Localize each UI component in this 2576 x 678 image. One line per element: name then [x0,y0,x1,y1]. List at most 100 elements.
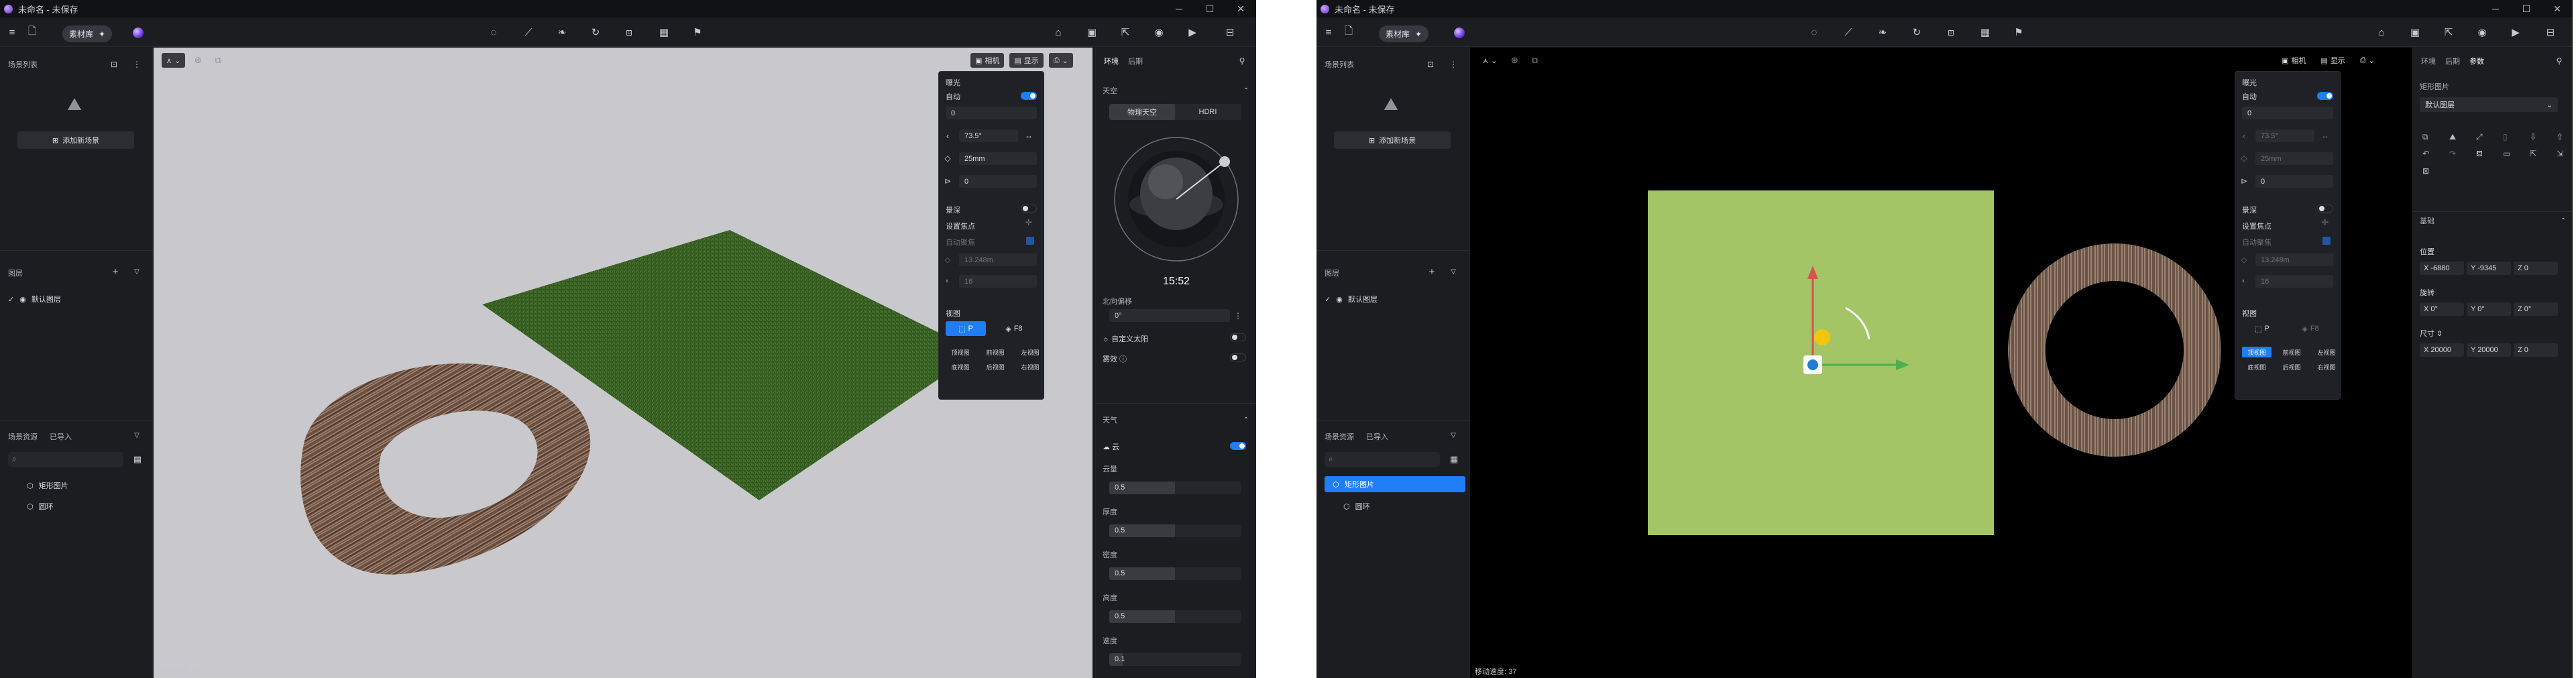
capture-button[interactable]: ⎙ ⌄ [2355,53,2379,68]
filter-icon[interactable]: ▽ [1448,427,1459,443]
add-scene-button[interactable]: ⊞ 添加新场景 [1334,131,1451,149]
maximize-icon[interactable]: ☐ [1194,3,1225,15]
tab-scene-assets[interactable]: 场景资源 [1325,431,1354,442]
axis-mode-button[interactable]: ⋏ ⌄ [1478,53,1502,68]
view-back-button[interactable]: 后视图 [981,361,1010,372]
tab-hdri[interactable]: HDRI [1175,104,1241,120]
render-icon[interactable]: ▣ [2408,24,2422,40]
paint-icon[interactable]: ⛾ [2476,149,2491,160]
tab-scene-assets[interactable]: 场景资源 [8,431,38,442]
custom-sun-toggle[interactable] [1230,333,1246,341]
leaf-tool-icon[interactable]: ❧ [555,24,569,40]
fov-field[interactable]: 73.5° [2255,129,2314,142]
download-icon[interactable]: ⇩ [2530,132,2544,142]
ai-orb-icon[interactable] [133,27,144,38]
tab-physical-sky[interactable]: 物理天空 [1109,104,1175,120]
layer-item-default[interactable]: ✓ ◉ 默认图层 [8,294,61,304]
screenshot-icon[interactable]: ⊡ [1425,56,1436,72]
ai-orb-icon[interactable] [1454,27,1465,38]
distance-field[interactable]: 13.248m [959,253,1037,266]
rotation-x-field[interactable]: X 0° [2420,302,2464,316]
grid-view-icon[interactable]: ▦ [130,451,145,467]
add-layer-icon[interactable]: + [1426,264,1437,280]
more-icon[interactable]: ⋮ [1234,308,1242,324]
render-icon[interactable]: ▣ [1085,24,1099,40]
video-icon[interactable]: ▶ [2509,24,2522,40]
asset-item-selected[interactable]: ⬡ 矩形图片 [1325,476,1465,492]
display-button[interactable]: ▤ 显示 [2316,53,2349,68]
focus-pick-icon[interactable]: ✛ [1022,215,1035,231]
tab-post[interactable]: 后期 [2445,56,2460,66]
trash-icon[interactable]: ▯ [2503,132,2518,142]
minimize-icon[interactable]: ─ [2480,3,2511,14]
tab-imported[interactable]: 已导入 [50,431,72,442]
terrain-icon[interactable]: ⛰ [2449,132,2464,142]
export-icon[interactable]: ⇱ [2530,149,2544,160]
speed-slider[interactable]: 0.1 [1109,653,1241,666]
projection-p-button[interactable]: ⬚ P [2242,321,2282,336]
focal-field[interactable]: 25mm [959,152,1037,165]
tab-post[interactable]: 后期 [1128,56,1143,66]
inbox-icon[interactable]: ⊟ [1223,24,1237,40]
video-icon[interactable]: ▶ [1186,24,1199,40]
inbox-icon[interactable]: ⊟ [2544,24,2557,40]
offset-field[interactable]: 0 [959,175,1037,188]
rotate-tool-icon[interactable]: ↻ [1910,24,1923,40]
path-tool-icon[interactable]: ⟋ [1842,24,1855,40]
projection-f8-button[interactable]: ◈ F8 [993,321,1035,336]
filter-icon[interactable]: ▽ [131,427,142,443]
view-front-button[interactable]: 前视图 [981,347,1010,357]
home-icon[interactable]: ⌂ [1052,24,1065,40]
view-right-button[interactable]: 右视图 [2312,361,2341,372]
rotate-tool-icon[interactable]: ↻ [589,24,602,40]
close-icon[interactable]: ✕ [1225,3,1256,15]
asset-item[interactable]: ⬡ 圆环 [1343,501,1370,512]
cloud-toggle[interactable] [1230,442,1246,450]
path-tool-icon[interactable]: ⟋ [522,24,535,40]
snap-icon[interactable]: ⊠ [2422,166,2437,176]
add-layer-icon[interactable]: + [110,264,121,280]
position-y-field[interactable]: Y -9345 [2467,262,2511,275]
minimize-icon[interactable]: ─ [1164,3,1194,14]
tab-environment[interactable]: 环境 [1104,56,1119,66]
grid-tool-icon[interactable]: ▦ [657,24,671,40]
pin-icon[interactable]: ⚲ [2554,53,2565,69]
collapse-icon[interactable]: ⌃ [1242,412,1250,428]
rotation-y-field[interactable]: Y 0° [2467,302,2511,316]
file-icon[interactable]: 🗋 [1342,24,1355,40]
axis-mode-button[interactable]: ⋏ ⌄ [162,53,186,68]
camera-button[interactable]: ▣ 相机 [2277,53,2310,68]
asset-item[interactable]: ⬡ 圆环 [27,501,54,512]
view-front-button[interactable]: 前视图 [2277,347,2306,357]
view-right-button[interactable]: 右视图 [1015,361,1045,372]
thickness-slider[interactable]: 0.5 [1109,524,1241,537]
sun-dial[interactable] [1109,132,1243,266]
exposure-field[interactable]: 0 [946,107,1037,119]
size-z-field[interactable]: Z 0 [2514,343,2558,357]
rotation-z-field[interactable]: Z 0° [2514,302,2558,316]
undo-icon[interactable]: ↶ [2422,149,2437,160]
display-button[interactable]: ▤ 显示 [1009,53,1044,68]
position-x-field[interactable]: X -6880 [2420,262,2464,275]
asset-search-input[interactable]: ⌕ [8,452,123,467]
maximize-icon[interactable]: ☐ [2511,3,2542,15]
distance-field[interactable]: 13.248m [2255,253,2333,266]
library-button[interactable]: 素材库 ✦ [62,25,113,42]
focus-pick-icon[interactable]: ✛ [2318,215,2332,231]
view-back-button[interactable]: 后视图 [2277,361,2306,372]
light-bulb-icon[interactable]: ◌ [1807,24,1821,40]
auto-focus-checkbox[interactable] [2322,237,2331,245]
box-tool-icon[interactable]: ⧈ [622,24,636,40]
layer-item-default[interactable]: ✓ ◉ 默认图层 [1325,294,1378,304]
auto-exposure-toggle[interactable] [1021,92,1037,100]
more-icon[interactable]: ⋮ [131,56,142,72]
auto-focus-checkbox[interactable] [1026,237,1034,245]
view-bottom-button[interactable]: 底视图 [946,361,975,372]
aperture-field[interactable]: 16 [959,275,1037,288]
focal-field[interactable]: 25mm [2255,152,2333,165]
dof-toggle[interactable] [2317,205,2333,213]
eye-icon[interactable]: ◉ [19,295,26,304]
exposure-field[interactable]: 0 [2242,107,2333,119]
north-offset-field[interactable]: 0° [1109,309,1230,322]
tab-params[interactable]: 参数 [2469,56,2484,66]
